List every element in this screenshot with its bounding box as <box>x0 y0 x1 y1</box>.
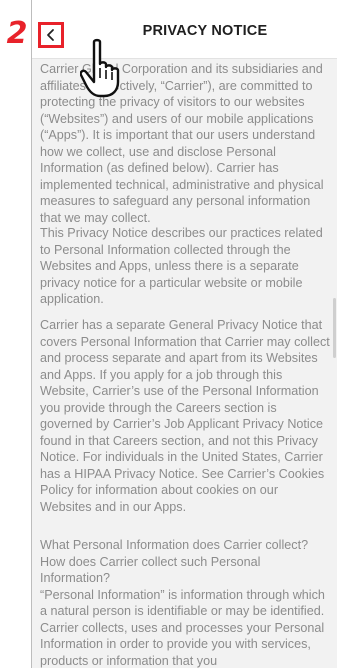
scrollbar[interactable] <box>333 298 336 358</box>
paragraph-intro: Carrier Global Corporation and its subsi… <box>40 62 324 225</box>
chevron-left-icon <box>47 29 54 41</box>
back-button[interactable] <box>38 22 64 48</box>
step-number-label: 2 <box>6 16 28 51</box>
paragraph-general-notice: Carrier has a separate General Privacy N… <box>40 318 330 514</box>
paragraph-personal-information: What Personal Information does Carrier c… <box>40 538 325 668</box>
phone-screen: PRIVACY NOTICE Carrier Global Corporatio… <box>31 0 337 668</box>
paragraph-scope: This Privacy Notice describes our practi… <box>40 226 323 306</box>
privacy-notice-content[interactable]: Carrier Global Corporation and its subsi… <box>32 58 337 668</box>
header-bar: PRIVACY NOTICE <box>32 0 337 59</box>
hand-pointer-icon <box>80 38 120 98</box>
